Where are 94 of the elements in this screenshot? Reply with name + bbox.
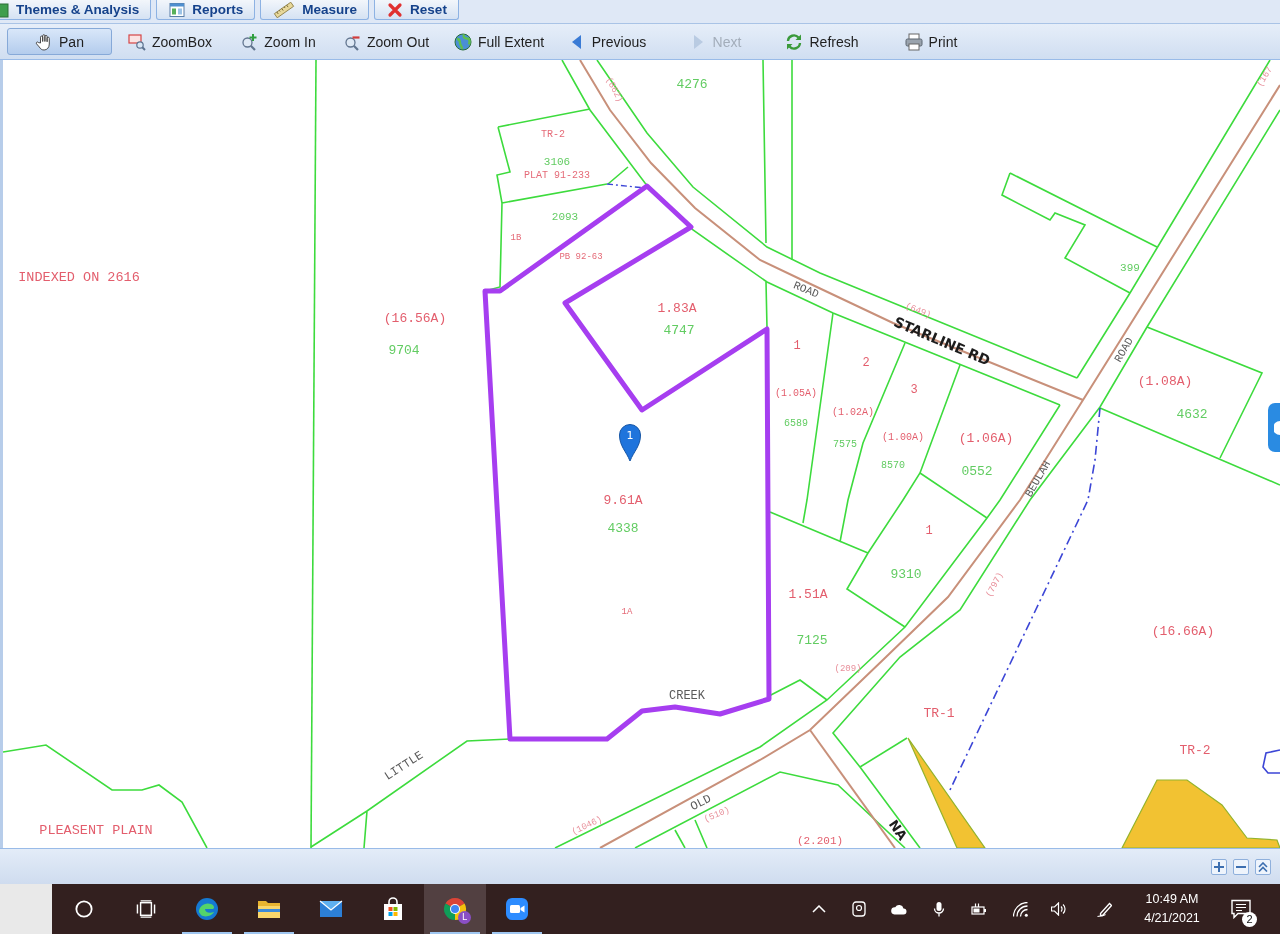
acreage-label: (16.66A) <box>1151 623 1215 639</box>
task-view-icon[interactable] <box>136 900 156 918</box>
folder-icon <box>257 899 281 919</box>
toolbar-button[interactable]: Print <box>874 28 988 55</box>
wifi-icon[interactable] <box>1013 901 1028 917</box>
shopping-bag-icon <box>382 897 404 921</box>
note-label: TR-2 <box>541 128 565 140</box>
parcel-number-label: 3106 <box>543 156 571 168</box>
acreage-label: (16.56A) <box>383 310 447 326</box>
parcel-number-label: 4747 <box>663 322 695 338</box>
toolbar-button[interactable]: Refresh <box>778 28 866 55</box>
road-name-label: CREEK <box>669 689 705 703</box>
caret-up-icon[interactable] <box>812 905 826 913</box>
note-label: 1A <box>621 607 633 617</box>
ribbon-tab[interactable]: Reset <box>374 0 459 20</box>
pen-icon[interactable] <box>1097 901 1112 917</box>
parcel-number-label: 399 <box>1120 262 1140 274</box>
selected-parcel-outline[interactable] <box>482 183 772 742</box>
toolbar-button[interactable]: Pan <box>7 28 112 55</box>
refresh-icon <box>785 32 804 51</box>
ribbon-tab[interactable]: Reports <box>156 0 256 20</box>
envelope-icon <box>319 900 343 918</box>
search-icon[interactable] <box>75 900 93 918</box>
webcam-icon[interactable] <box>852 901 866 917</box>
toolbar-button[interactable]: Zoom In <box>228 28 328 55</box>
note-label: 1B <box>510 233 522 243</box>
zoom-in-button[interactable] <box>1211 858 1227 875</box>
acreage-label: 9.61A <box>603 492 643 508</box>
acreage-label: 1 <box>925 524 933 538</box>
taskbar-app-button[interactable]: L <box>424 884 486 934</box>
parcel-number-label: 4632 <box>1176 406 1208 422</box>
toolbar-button[interactable]: Zoom Out <box>336 28 436 55</box>
side-panel-tab[interactable] <box>1268 403 1280 452</box>
zoom-in-icon <box>240 32 259 51</box>
acreage-label: (2.201) <box>796 835 844 847</box>
acreage-label: 2 <box>862 356 870 370</box>
ribbon-tab[interactable]: Measure <box>260 0 370 20</box>
road-number-label: (209) <box>834 664 862 674</box>
toolbar-button[interactable]: Full Extent <box>444 28 554 55</box>
acreage-label: 3 <box>910 383 918 397</box>
acreage-label: 1.83A <box>657 300 697 316</box>
toolbar-button[interactable]: Previous <box>562 28 652 55</box>
close-icon <box>387 1 404 18</box>
road-name-label: ROAD <box>791 279 821 301</box>
acreage-label: TR-1 <box>923 705 955 721</box>
zoom-box-icon <box>128 32 147 51</box>
browser-icon <box>443 897 467 921</box>
microphone-icon[interactable] <box>933 901 945 917</box>
parcel-number-label: 2093 <box>551 211 579 223</box>
collapse-button[interactable] <box>1255 858 1271 875</box>
acreage-label: (1.06A) <box>958 430 1014 446</box>
parcel-number-label: 9704 <box>388 342 420 358</box>
parcel-number-label: 9310 <box>890 566 922 582</box>
parcel-number-label: 8570 <box>881 459 905 471</box>
video-camera-icon <box>505 897 529 921</box>
parcel-number-label: 7575 <box>833 438 857 450</box>
minus-icon <box>1236 865 1246 868</box>
note-label: PB 92-63 <box>559 252 603 262</box>
ribbon-tab[interactable]: Themes & Analysis <box>0 0 152 20</box>
zoom-out-button[interactable] <box>1233 858 1249 875</box>
parcel-number-label: 6589 <box>784 417 808 429</box>
street-name-label: NA <box>885 817 911 843</box>
parcel-number-label: 0552 <box>961 463 993 479</box>
acreage-label: 1 <box>793 339 801 353</box>
acreage-label: TR-2 <box>1179 742 1211 758</box>
printer-icon <box>904 32 923 51</box>
double-chevron-up-icon <box>1258 861 1268 872</box>
acreage-label: (1.05A) <box>775 387 817 399</box>
speaker-icon[interactable] <box>1051 902 1066 916</box>
start-button[interactable] <box>0 884 52 934</box>
globe-icon <box>453 32 472 51</box>
parcel-number-label: 4338 <box>607 520 639 536</box>
clock-time[interactable]: 10:49 AM <box>1145 892 1199 907</box>
report-icon <box>169 1 186 18</box>
note-label: PLAT 91-233 <box>524 169 590 181</box>
acreage-label: (1.08A) <box>1137 373 1193 389</box>
toolbar-button[interactable]: ZoomBox <box>120 28 220 55</box>
parcel-number-label: 7125 <box>796 632 828 648</box>
acreage-label: (1.00A) <box>882 431 924 443</box>
notification-count: 2 <box>1242 912 1257 927</box>
profile-badge: L <box>458 911 471 924</box>
outlined-shape <box>1262 749 1280 774</box>
cloud-icon[interactable] <box>890 903 908 915</box>
clock-date[interactable]: 4/21/2021 <box>1144 911 1200 926</box>
acreage-label: (1.02A) <box>832 406 874 418</box>
map-pin-icon[interactable] <box>619 424 641 462</box>
acreage-label: PLEASENT PLAIN <box>39 822 153 838</box>
battery-icon[interactable] <box>971 903 987 915</box>
acreage-label: 1.51A <box>788 586 828 602</box>
browser-swirl-icon <box>195 897 219 921</box>
acreage-label: INDEXED ON 2616 <box>18 269 140 285</box>
parcel-number-label: 4276 <box>676 76 708 92</box>
plus-icon <box>1214 861 1224 872</box>
marker-number: 1 <box>626 428 634 442</box>
